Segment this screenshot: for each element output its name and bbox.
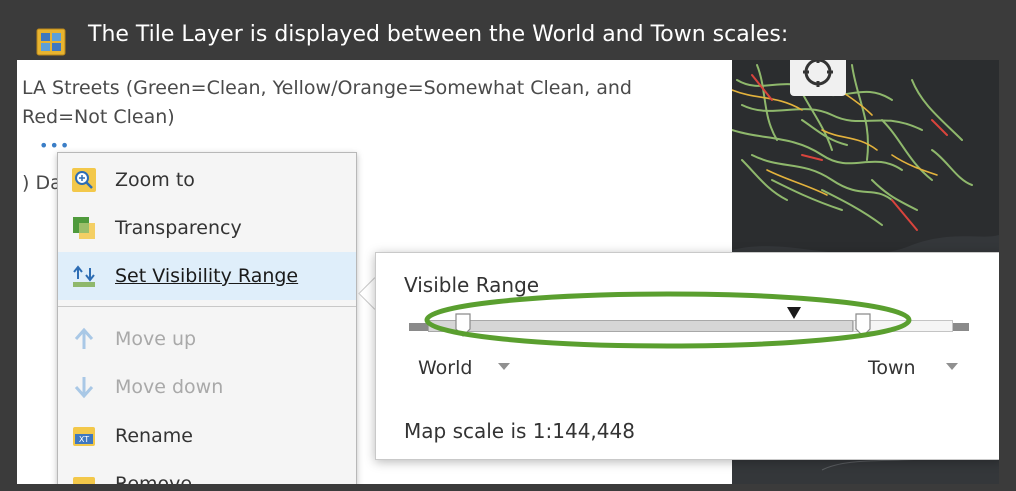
remove-icon (71, 471, 97, 484)
visibility-range-icon (71, 263, 97, 289)
menu-item-transparency[interactable]: Transparency (58, 204, 356, 252)
rename-icon: XT (71, 423, 97, 449)
caption: The Tile Layer is displayed between the … (88, 22, 789, 47)
menu-item-rename[interactable]: XT Rename (58, 412, 356, 460)
transparency-icon (71, 215, 97, 241)
current-scale-indicator (787, 307, 801, 319)
arrow-down-icon (71, 374, 97, 400)
slider-min-handle[interactable] (455, 313, 471, 337)
slider-max-handle[interactable] (855, 313, 871, 337)
svg-text:XT: XT (79, 435, 89, 444)
menu-divider (58, 306, 356, 307)
menu-item-remove[interactable]: Remove (58, 460, 356, 484)
menu-item-label: Move down (115, 376, 224, 398)
visible-range-title: Visible Range (404, 273, 540, 297)
menu-item-zoom-to[interactable]: Zoom to (58, 156, 356, 204)
map-scale-text: Map scale is 1:144,448 (404, 419, 635, 443)
layer-context-menu: Zoom to Transparency Set Visibility Rang… (57, 152, 357, 484)
screenshot-frame: The Tile Layer is displayed between the … (0, 0, 1016, 491)
layer-details-text: ) Da (22, 172, 62, 194)
menu-item-label: Set Visibility Range (115, 265, 299, 287)
app-window: LA Streets (Green=Clean, Yellow/Orange=S… (17, 60, 999, 484)
menu-item-set-visibility-range[interactable]: Set Visibility Range (58, 252, 356, 300)
zoom-to-icon (71, 167, 97, 193)
menu-item-move-down[interactable]: Move down (58, 363, 356, 411)
layer-title: LA Streets (Green=Clean, Yellow/Orange=S… (22, 77, 632, 128)
menu-item-label: Move up (115, 328, 197, 350)
slider-selected-range (428, 320, 853, 332)
visibility-range-popup: Visible Range World Town Map scale is 1:… (375, 252, 999, 460)
menu-item-label: Zoom to (115, 169, 195, 191)
min-scale-dropdown[interactable]: World (418, 357, 472, 379)
menu-item-label: Transparency (115, 217, 242, 239)
menu-item-label: Rename (115, 425, 193, 447)
chevron-down-icon[interactable] (946, 363, 958, 370)
menu-item-move-up[interactable]: Move up (58, 315, 356, 363)
chevron-down-icon[interactable] (498, 363, 510, 370)
menu-item-label: Remove (115, 473, 193, 484)
max-scale-dropdown[interactable]: Town (868, 357, 916, 379)
tile-layer-icon (36, 28, 66, 56)
locate-button[interactable] (790, 60, 846, 96)
arrow-up-icon (71, 326, 97, 352)
